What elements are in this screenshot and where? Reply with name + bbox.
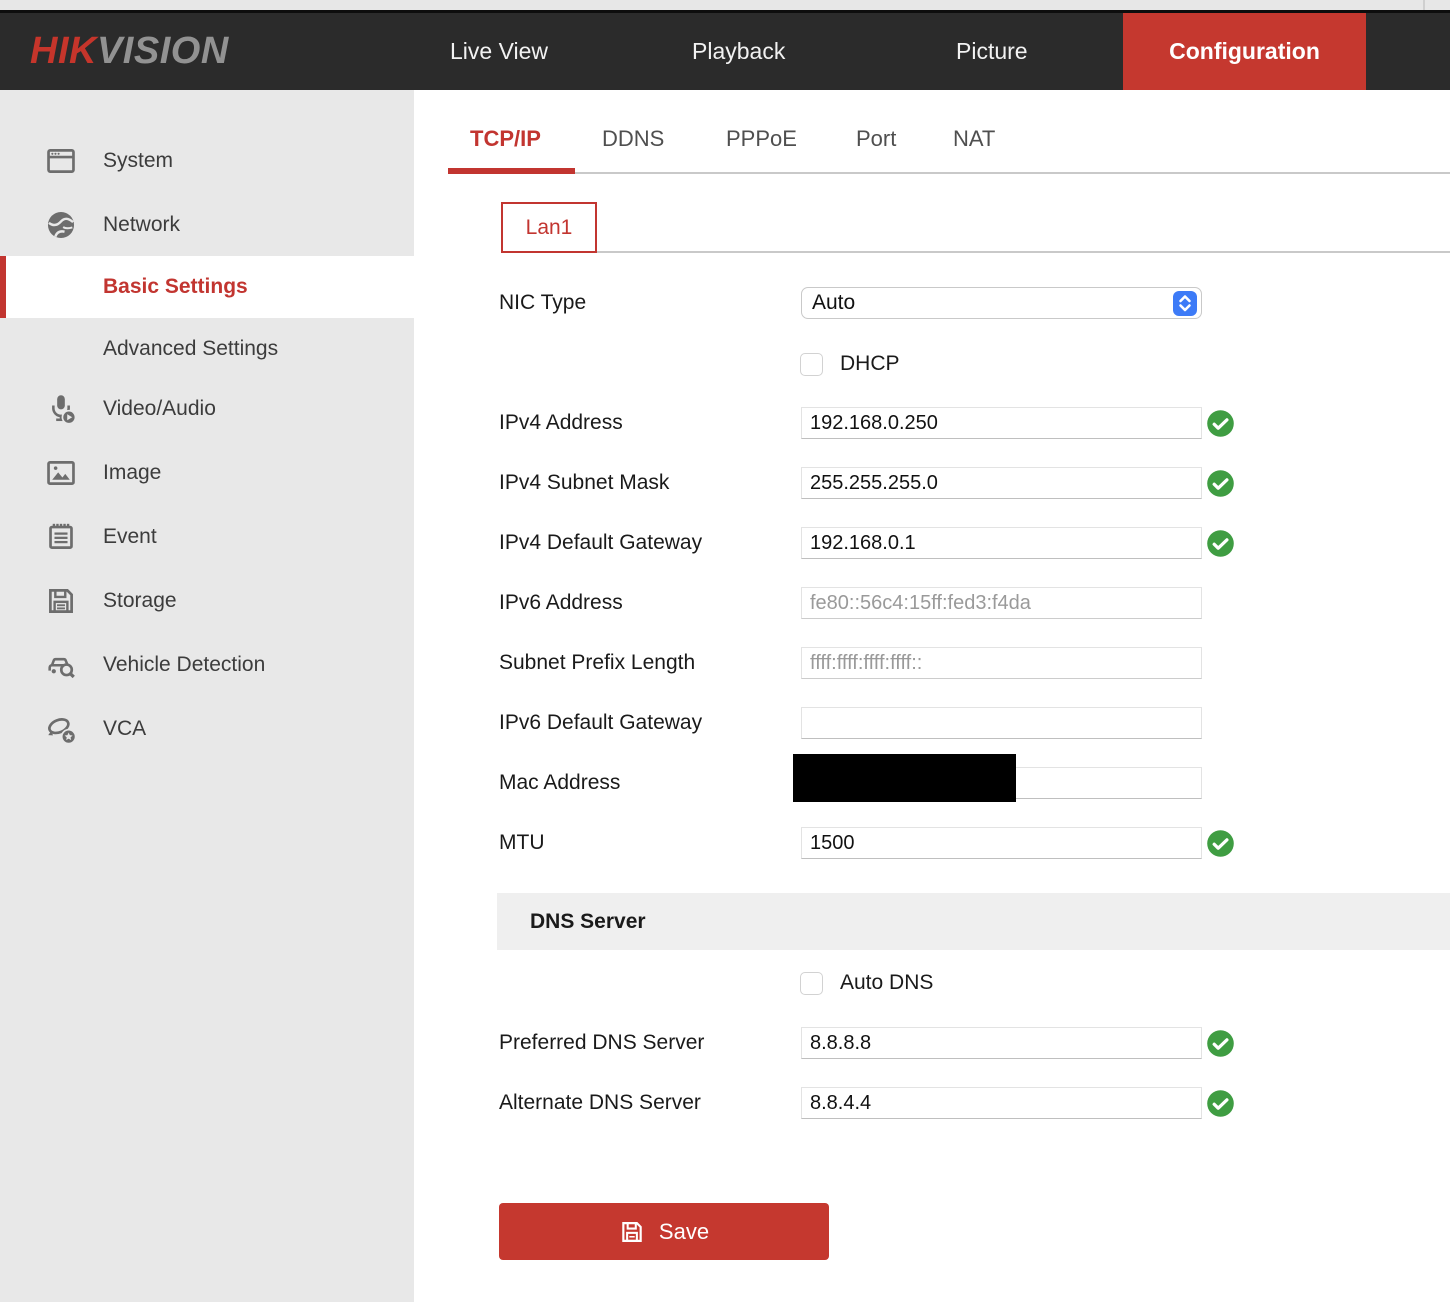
lan1-tab[interactable]: Lan1 [501,202,597,253]
mtu-input[interactable] [801,827,1202,859]
ipv6-address-input[interactable] [801,587,1202,619]
dns-server-title: DNS Server [530,910,646,934]
sidebar-item-label: Event [103,525,157,549]
nav-playback[interactable]: Playback [692,13,785,90]
valid-check-icon [1206,1029,1235,1058]
valid-check-icon [1206,529,1235,558]
browser-top-strip [0,0,1450,10]
sidebar-item-label: Storage [103,589,177,613]
sidebar-item-label: Advanced Settings [103,337,278,361]
sidebar-item-video-audio[interactable]: Video/Audio [0,377,414,441]
subnet-prefix-length-input[interactable] [801,647,1202,679]
sidebar-item-vca[interactable]: VCA [0,697,414,761]
mtu-label: MTU [499,827,545,859]
vca-star-icon [44,712,78,746]
sidebar-item-label: Video/Audio [103,397,216,421]
sidebar-item-basic-settings[interactable]: Basic Settings [0,256,414,318]
nav-live-view[interactable]: Live View [450,13,548,90]
ipv6-default-gateway-input[interactable] [801,707,1202,739]
nav-picture[interactable]: Picture [956,13,1028,90]
vehicle-magnifier-icon [44,648,78,682]
ipv4-subnet-mask-label: IPv4 Subnet Mask [499,467,669,499]
save-button-label: Save [659,1219,709,1245]
tab-pppoe[interactable]: PPPoE [726,122,797,156]
sidebar-item-vehicle-detection[interactable]: Vehicle Detection [0,633,414,697]
alternate-dns-label: Alternate DNS Server [499,1087,701,1119]
sidebar-item-label: Network [103,213,180,237]
dns-server-section-header: DNS Server [497,893,1450,950]
notepad-icon [44,520,78,554]
top-strip-divider [1423,0,1425,10]
ipv4-address-input[interactable] [801,407,1202,439]
ipv4-subnet-mask-input[interactable] [801,467,1202,499]
sidebar-item-label: Vehicle Detection [103,653,265,677]
nav-configuration[interactable]: Configuration [1123,13,1366,90]
system-window-icon [44,144,78,178]
tab-port[interactable]: Port [856,122,896,156]
nic-type-value: Auto [812,291,855,315]
nic-type-select[interactable]: Auto [801,287,1202,319]
auto-dns-label: Auto DNS [840,971,933,995]
auto-dns-row: Auto DNS [800,971,933,995]
sidebar-item-label: Basic Settings [103,275,248,299]
preferred-dns-input[interactable] [801,1027,1202,1059]
sidebar-item-event[interactable]: Event [0,505,414,569]
ipv6-address-label: IPv6 Address [499,587,623,619]
sidebar-item-image[interactable]: Image [0,441,414,505]
valid-check-icon [1206,829,1235,858]
tab-ddns[interactable]: DDNS [602,122,664,156]
floppy-disk-icon [44,584,78,618]
save-button[interactable]: Save [499,1203,829,1260]
ipv4-address-label: IPv4 Address [499,407,623,439]
image-icon [44,456,78,490]
ipv4-default-gateway-input[interactable] [801,527,1202,559]
mac-address-redaction [793,754,1016,802]
mac-address-label: Mac Address [499,767,620,799]
hikvision-logo: HIKVISION [30,13,229,90]
valid-check-icon [1206,409,1235,438]
lan-tab-separator-line [597,251,1450,253]
sidebar-item-network[interactable]: Network [0,193,414,257]
tab-nat[interactable]: NAT [953,122,995,156]
sidebar-item-system[interactable]: System [0,129,414,193]
sidebar-item-label: Image [103,461,161,485]
sidebar-item-label: VCA [103,717,146,741]
select-stepper-icon [1173,291,1197,316]
sidebar-item-advanced-settings[interactable]: Advanced Settings [0,318,414,380]
dhcp-row: DHCP [800,352,900,376]
save-floppy-icon [619,1219,645,1245]
subnet-prefix-length-label: Subnet Prefix Length [499,647,695,679]
ipv6-default-gateway-label: IPv6 Default Gateway [499,707,702,739]
logo-vision-text: VISION [97,30,229,72]
top-navbar: HIKVISION Live View Playback Picture Con… [0,13,1450,90]
tab-tcpip[interactable]: TCP/IP [470,122,541,156]
preferred-dns-label: Preferred DNS Server [499,1027,704,1059]
logo-hik-text: HIK [30,30,97,72]
dhcp-label: DHCP [840,352,900,376]
globe-icon [44,208,78,242]
microphone-play-icon [44,392,78,426]
ipv4-default-gateway-label: IPv4 Default Gateway [499,527,702,559]
valid-check-icon [1206,469,1235,498]
alternate-dns-input[interactable] [801,1087,1202,1119]
tab-separator-line [448,172,1450,174]
hikvision-config-page: HIKVISION Live View Playback Picture Con… [0,0,1450,1302]
sidebar-item-storage[interactable]: Storage [0,569,414,633]
valid-check-icon [1206,1089,1235,1118]
sidebar-item-label: System [103,149,173,173]
nic-type-label: NIC Type [499,287,586,319]
active-tab-underline [448,168,575,174]
auto-dns-checkbox[interactable] [800,972,823,995]
dhcp-checkbox[interactable] [800,353,823,376]
